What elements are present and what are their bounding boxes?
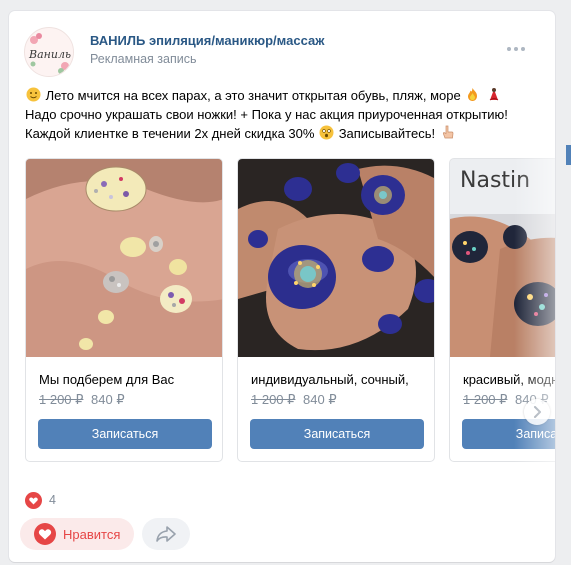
likes-count: 4	[49, 493, 56, 507]
post-text-line-3: Каждой клиентке в течении 2х дней скидка…	[25, 124, 545, 143]
old-price: 1 200 ₽	[463, 392, 508, 407]
ad-post: Ваниль ВАНИЛЬ эпиляция/маникюр/массаж Ре…	[9, 11, 555, 562]
likes-summary[interactable]: 4	[25, 491, 56, 509]
more-icon[interactable]	[507, 39, 525, 59]
heart-icon	[25, 491, 42, 509]
post-text-line-1: Лето мчится на всех парах, а это значит …	[25, 86, 545, 105]
share-button[interactable]	[142, 518, 190, 550]
old-price: 1 200 ₽	[39, 392, 84, 407]
share-icon	[156, 526, 176, 542]
product-photo	[238, 159, 434, 357]
product-title: красивый, модный	[463, 372, 555, 387]
chevron-right-icon	[534, 406, 541, 418]
smile-emoji	[26, 87, 41, 102]
new-price: 840 ₽	[303, 392, 337, 407]
flamenco-emoji	[489, 88, 499, 101]
fire-emoji	[468, 88, 478, 101]
product-price: 1 200 ₽ 840 ₽	[251, 392, 337, 408]
product-photo	[26, 159, 222, 357]
product-price: 1 200 ₽ 840 ₽	[39, 392, 125, 408]
avatar[interactable]: Ваниль	[24, 27, 74, 77]
product-card[interactable]: индивидуальный, сочный, 1 200 ₽ 840 ₽ За…	[237, 158, 435, 462]
product-card[interactable]: Мы подберем для Вас 1 200 ₽ 840 ₽ Записа…	[25, 158, 223, 462]
post-text: Лето мчится на всех парах, а это значит …	[25, 86, 545, 143]
product-title: Мы подберем для Вас	[39, 372, 175, 387]
old-price: 1 200 ₽	[251, 392, 296, 407]
side-scroll-indicator	[566, 145, 571, 165]
post-author-link[interactable]: ВАНИЛЬ эпиляция/маникюр/массаж	[90, 33, 324, 48]
heart-icon	[34, 523, 56, 545]
carousel-next-button[interactable]	[524, 399, 550, 425]
product-carousel: Мы подберем для Вас 1 200 ₽ 840 ₽ Записа…	[25, 158, 555, 463]
post-text-line-2: Надо срочно украшать свои ножки! + Пока …	[25, 107, 508, 122]
photo-watermark: Nastin	[460, 168, 530, 193]
book-button[interactable]: Записаться	[38, 419, 212, 449]
book-button[interactable]: Записаться	[250, 419, 424, 449]
like-button[interactable]: Нравится	[20, 518, 134, 550]
product-title: индивидуальный, сочный,	[251, 372, 409, 387]
new-price: 840 ₽	[91, 392, 125, 407]
product-photo: Nastin	[450, 159, 555, 357]
pointing-hand-emoji	[442, 125, 454, 139]
shocked-emoji	[319, 125, 334, 140]
avatar-text: Ваниль	[28, 48, 71, 61]
post-subtitle: Рекламная запись	[90, 52, 197, 66]
avatar-logo: Ваниль	[26, 29, 73, 76]
like-label: Нравится	[63, 526, 121, 542]
